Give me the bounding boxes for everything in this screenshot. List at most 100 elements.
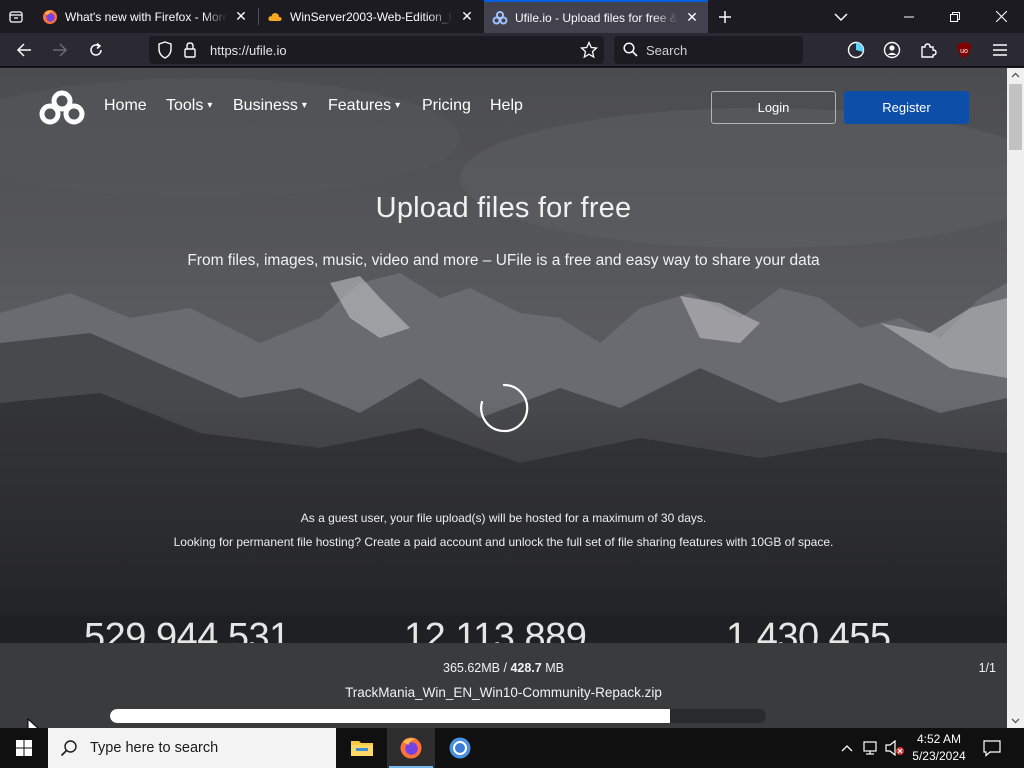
windows-logo-icon xyxy=(16,740,32,756)
close-tab-icon[interactable]: ✕ xyxy=(457,7,477,27)
plus-icon xyxy=(719,11,731,23)
firefox-view-button[interactable] xyxy=(841,35,871,65)
arrow-right-icon xyxy=(53,43,68,57)
windows-taskbar: Type here to search 4:52 AM 5/23/2024 xyxy=(0,728,1024,768)
url-text: https://ufile.io xyxy=(210,43,287,58)
upload-size-readout: 365.62MB / 428.7 MB xyxy=(0,661,1007,675)
total-amount: 428.7 xyxy=(510,661,542,675)
close-window-button[interactable] xyxy=(978,0,1024,33)
folder-icon xyxy=(351,741,373,756)
ublock-shield-icon: uo xyxy=(957,42,971,58)
chrome-taskbar-button[interactable] xyxy=(436,728,484,768)
app-menu-button[interactable] xyxy=(985,35,1015,65)
page-scrollbar[interactable] xyxy=(1007,68,1024,728)
bookmark-star-icon[interactable] xyxy=(579,40,599,64)
close-tab-icon[interactable]: ✕ xyxy=(682,8,702,28)
restore-button[interactable] xyxy=(932,0,978,33)
nav-help-label: Help xyxy=(490,97,523,114)
nav-pricing-label: Pricing xyxy=(422,97,471,114)
uploaded-amount: 365.62MB xyxy=(443,661,501,675)
ublock-origin-button[interactable]: uo xyxy=(949,35,979,65)
account-button[interactable] xyxy=(877,35,907,65)
tab-title: What's new with Firefox - More xyxy=(65,9,227,24)
scroll-up-arrow-icon[interactable] xyxy=(1007,68,1024,82)
list-all-tabs-button[interactable] xyxy=(828,4,854,30)
close-tab-icon[interactable]: ✕ xyxy=(231,7,251,27)
browser-logo-icon xyxy=(449,737,471,759)
tab-overview-button[interactable] xyxy=(0,0,32,33)
login-button[interactable]: Login xyxy=(711,91,836,124)
svg-text:uo: uo xyxy=(960,48,968,55)
new-tab-button[interactable] xyxy=(712,4,738,30)
nav-features-dropdown[interactable]: Features ▾ xyxy=(328,97,400,115)
reload-icon xyxy=(90,42,102,56)
chevron-down-icon: ▾ xyxy=(207,100,213,111)
start-button[interactable] xyxy=(0,728,48,768)
cloud-icon xyxy=(267,9,283,25)
hamburger-menu-icon xyxy=(993,44,1007,56)
scrollbar-thumb[interactable] xyxy=(1009,84,1022,150)
chevron-down-icon xyxy=(834,13,848,22)
search-placeholder: Search xyxy=(646,43,688,58)
ufile-logo-icon xyxy=(492,10,508,26)
url-bar[interactable]: https://ufile.io xyxy=(149,36,604,64)
account-icon xyxy=(883,41,901,59)
network-icon xyxy=(863,741,877,755)
back-button[interactable] xyxy=(9,35,39,65)
taskbar-search-placeholder: Type here to search xyxy=(90,740,219,756)
nav-tools-dropdown[interactable]: Tools ▾ xyxy=(166,97,212,115)
reload-button[interactable] xyxy=(81,35,111,65)
show-hidden-icons-button[interactable] xyxy=(838,728,856,768)
taskbar-clock[interactable]: 4:52 AM 5/23/2024 xyxy=(908,731,970,765)
upload-progress-bar xyxy=(110,709,766,723)
taskbar-search-box[interactable]: Type here to search xyxy=(48,728,336,768)
volume-tray-button[interactable] xyxy=(884,728,906,768)
upload-progress-panel: 365.62MB / 428.7 MB 1/1 TrackMania_Win_E… xyxy=(0,643,1007,728)
restore-icon xyxy=(950,11,960,22)
tab-ufile[interactable]: Ufile.io - Upload files for free & ✕ xyxy=(484,0,708,33)
tab-title: WinServer2003-Web-Edition_lel xyxy=(290,9,453,24)
forward-button[interactable] xyxy=(45,35,75,65)
nav-tools-label: Tools xyxy=(166,97,204,114)
mouse-cursor-icon xyxy=(27,718,39,728)
minimize-button[interactable] xyxy=(886,0,932,33)
lock-icon[interactable] xyxy=(183,41,197,64)
total-unit: MB xyxy=(541,661,564,675)
minimize-icon xyxy=(904,16,914,17)
tab-winserver[interactable]: WinServer2003-Web-Edition_lel ✕ xyxy=(259,0,483,33)
register-button[interactable]: Register xyxy=(844,91,969,124)
nav-pricing-link[interactable]: Pricing xyxy=(422,97,471,115)
page-viewport: Home Tools ▾ Business ▾ Features ▾ Pricing … xyxy=(0,68,1007,728)
search-icon xyxy=(623,42,638,62)
hero-subtitle: From files, images, music, video and mor… xyxy=(187,252,820,269)
upload-file-count: 1/1 xyxy=(978,661,996,675)
size-separator: / xyxy=(500,661,511,675)
firefox-logo-icon xyxy=(42,9,58,25)
nav-home-label: Home xyxy=(104,97,147,114)
nav-home-link[interactable]: Home xyxy=(104,97,147,115)
tab-firefox-whats-new[interactable]: What's new with Firefox - More ✕ xyxy=(34,0,257,33)
extensions-button[interactable] xyxy=(913,35,943,65)
firefox-taskbar-button[interactable] xyxy=(387,728,435,768)
firefox-logo-icon xyxy=(400,737,422,759)
nav-business-label: Business xyxy=(233,97,298,114)
scroll-down-arrow-icon[interactable] xyxy=(1007,714,1024,728)
file-explorer-taskbar-button[interactable] xyxy=(338,728,386,768)
puzzle-icon xyxy=(921,43,937,58)
clock-time: 4:52 AM xyxy=(916,732,962,746)
action-center-button[interactable] xyxy=(978,728,1006,768)
permanent-hosting-note: Looking for permanent file hosting? Crea… xyxy=(173,535,834,549)
search-icon xyxy=(60,740,77,757)
network-tray-button[interactable] xyxy=(860,728,882,768)
loading-spinner-icon xyxy=(480,383,529,433)
tracking-protection-shield-icon[interactable] xyxy=(157,41,173,64)
ufile-logo-icon[interactable] xyxy=(38,90,86,126)
search-bar[interactable]: Search xyxy=(614,36,803,64)
gauge-icon xyxy=(847,41,865,59)
nav-help-link[interactable]: Help xyxy=(490,97,523,115)
upload-progress-fill xyxy=(110,709,670,723)
arrow-left-icon xyxy=(16,43,31,57)
upload-filename: TrackMania_Win_EN_Win10-Community-Repack… xyxy=(345,685,662,700)
guest-upload-note: As a guest user, your file upload(s) wil… xyxy=(300,511,707,525)
nav-business-dropdown[interactable]: Business ▾ xyxy=(233,97,307,115)
